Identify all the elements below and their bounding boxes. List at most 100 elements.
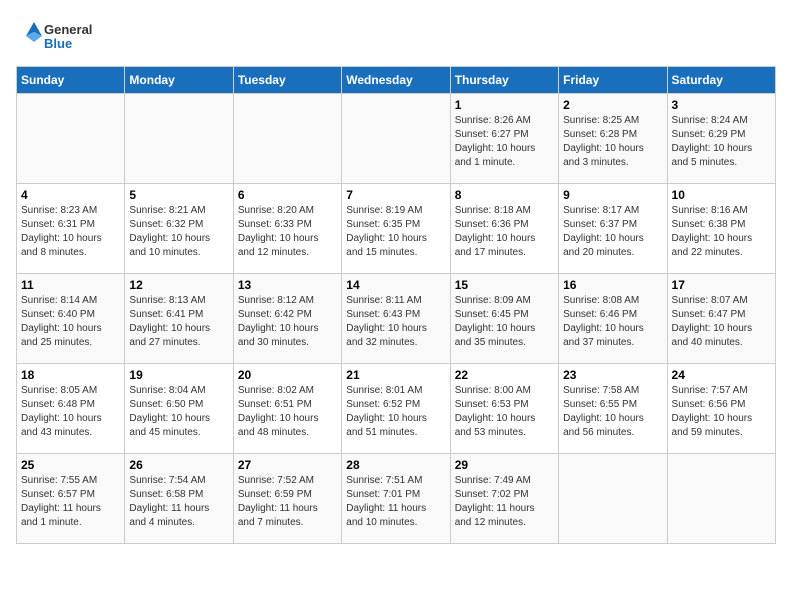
calendar-cell: 5Sunrise: 8:21 AM Sunset: 6:32 PM Daylig… [125,184,233,274]
calendar-cell: 19 Sunrise: 8:04 AM Sunset: 6:50 PM Dayli… [125,364,233,454]
day-info: Sunrise: 7:52 AM Sunset: 6:59 PM Dayligh… [238,474,337,530]
day-number: 25 [21,458,120,472]
day-of-week-header: Tuesday [233,67,341,94]
page-header: General Blue [16,16,776,56]
day-number: 24 [672,368,771,382]
day-number: 3 [672,98,771,112]
calendar-cell: 9Sunrise: 8:17 AM Sunset: 6:37 PM Daylig… [559,184,667,274]
calendar-cell: 18 Sunrise: 8:05 AM Sunset: 6:48 PM Dayli… [17,364,125,454]
day-info: Sunrise: 8:25 AM Sunset: 6:28 PM Dayligh… [563,114,662,170]
day-info: Sunrise: 8:17 AM Sunset: 6:37 PM Dayligh… [563,204,662,260]
day-number: 16 [563,278,662,292]
calendar-cell: 7 Sunrise: 8:19 AM Sunset: 6:35 PM Daylig… [342,184,450,274]
calendar-cell: 20 Sunrise: 8:02 AM Sunset: 6:51 PM Dayli… [233,364,341,454]
calendar-cell: 10 Sunrise: 8:16 AM Sunset: 6:38 PM Dayli… [667,184,775,274]
day-number: 14 [346,278,445,292]
calendar-header-row: SundayMondayTuesdayWednesdayThursdayFrid… [17,67,776,94]
calendar-cell: 11Sunrise: 8:14 AM Sunset: 6:40 PM Dayli… [17,274,125,364]
day-number: 23 [563,368,662,382]
day-info: Sunrise: 8:19 AM Sunset: 6:35 PM Dayligh… [346,204,445,260]
calendar-cell: 3Sunrise: 8:24 AM Sunset: 6:29 PM Daylig… [667,94,775,184]
svg-text:General: General [44,22,92,37]
day-number: 29 [455,458,554,472]
calendar-cell: 13 Sunrise: 8:12 AM Sunset: 6:42 PM Dayli… [233,274,341,364]
day-info: Sunrise: 7:51 AM Sunset: 7:01 PM Dayligh… [346,474,445,530]
day-info: Sunrise: 8:09 AM Sunset: 6:45 PM Dayligh… [455,294,554,350]
calendar-cell: 24 Sunrise: 7:57 AM Sunset: 6:56 PM Dayli… [667,364,775,454]
calendar-cell: 8 Sunrise: 8:18 AM Sunset: 6:36 PM Daylig… [450,184,558,274]
calendar-week-row: 1Sunrise: 8:26 AM Sunset: 6:27 PM Daylig… [17,94,776,184]
day-info: Sunrise: 7:58 AM Sunset: 6:55 PM Dayligh… [563,384,662,440]
day-info: Sunrise: 8:05 AM Sunset: 6:48 PM Dayligh… [21,384,120,440]
calendar-cell: 17 Sunrise: 8:07 AM Sunset: 6:47 PM Dayli… [667,274,775,364]
calendar-cell: 12 Sunrise: 8:13 AM Sunset: 6:41 PM Dayli… [125,274,233,364]
calendar-cell [559,454,667,544]
day-number: 28 [346,458,445,472]
day-info: Sunrise: 8:12 AM Sunset: 6:42 PM Dayligh… [238,294,337,350]
day-info: Sunrise: 8:04 AM Sunset: 6:50 PM Dayligh… [129,384,228,440]
svg-text:Blue: Blue [44,36,72,51]
calendar-cell: 4Sunrise: 8:23 AM Sunset: 6:31 PM Daylig… [17,184,125,274]
calendar-cell: 6 Sunrise: 8:20 AM Sunset: 6:33 PM Daylig… [233,184,341,274]
calendar-cell: 29 Sunrise: 7:49 AM Sunset: 7:02 PM Dayli… [450,454,558,544]
day-number: 1 [455,98,554,112]
day-of-week-header: Saturday [667,67,775,94]
calendar-week-row: 4Sunrise: 8:23 AM Sunset: 6:31 PM Daylig… [17,184,776,274]
logo: General Blue [16,16,106,56]
calendar-cell: 22Sunrise: 8:00 AM Sunset: 6:53 PM Dayli… [450,364,558,454]
day-of-week-header: Monday [125,67,233,94]
day-info: Sunrise: 7:55 AM Sunset: 6:57 PM Dayligh… [21,474,120,530]
day-of-week-header: Sunday [17,67,125,94]
day-number: 27 [238,458,337,472]
day-info: Sunrise: 8:20 AM Sunset: 6:33 PM Dayligh… [238,204,337,260]
calendar-week-row: 18 Sunrise: 8:05 AM Sunset: 6:48 PM Dayli… [17,364,776,454]
day-number: 17 [672,278,771,292]
day-info: Sunrise: 8:02 AM Sunset: 6:51 PM Dayligh… [238,384,337,440]
day-info: Sunrise: 7:54 AM Sunset: 6:58 PM Dayligh… [129,474,228,530]
day-number: 6 [238,188,337,202]
calendar-cell: 21 Sunrise: 8:01 AM Sunset: 6:52 PM Dayli… [342,364,450,454]
day-info: Sunrise: 8:08 AM Sunset: 6:46 PM Dayligh… [563,294,662,350]
day-number: 20 [238,368,337,382]
day-number: 13 [238,278,337,292]
day-number: 21 [346,368,445,382]
calendar-cell [125,94,233,184]
day-info: Sunrise: 8:16 AM Sunset: 6:38 PM Dayligh… [672,204,771,260]
calendar-cell: 23 Sunrise: 7:58 AM Sunset: 6:55 PM Dayli… [559,364,667,454]
day-number: 26 [129,458,228,472]
calendar-cell [233,94,341,184]
calendar-cell [342,94,450,184]
day-number: 4 [21,188,120,202]
day-of-week-header: Wednesday [342,67,450,94]
calendar-cell: 25 Sunrise: 7:55 AM Sunset: 6:57 PM Dayli… [17,454,125,544]
calendar-table: SundayMondayTuesdayWednesdayThursdayFrid… [16,66,776,544]
logo-svg: General Blue [16,16,106,56]
day-number: 5 [129,188,228,202]
calendar-week-row: 25 Sunrise: 7:55 AM Sunset: 6:57 PM Dayli… [17,454,776,544]
calendar-cell: 2 Sunrise: 8:25 AM Sunset: 6:28 PM Daylig… [559,94,667,184]
day-of-week-header: Friday [559,67,667,94]
calendar-cell [667,454,775,544]
day-number: 19 [129,368,228,382]
day-info: Sunrise: 8:07 AM Sunset: 6:47 PM Dayligh… [672,294,771,350]
calendar-cell: 16 Sunrise: 8:08 AM Sunset: 6:46 PM Dayli… [559,274,667,364]
calendar-week-row: 11Sunrise: 8:14 AM Sunset: 6:40 PM Dayli… [17,274,776,364]
day-number: 15 [455,278,554,292]
day-number: 12 [129,278,228,292]
day-info: Sunrise: 8:18 AM Sunset: 6:36 PM Dayligh… [455,204,554,260]
day-info: Sunrise: 7:49 AM Sunset: 7:02 PM Dayligh… [455,474,554,530]
day-number: 2 [563,98,662,112]
day-number: 7 [346,188,445,202]
day-info: Sunrise: 8:01 AM Sunset: 6:52 PM Dayligh… [346,384,445,440]
day-number: 18 [21,368,120,382]
day-info: Sunrise: 8:00 AM Sunset: 6:53 PM Dayligh… [455,384,554,440]
calendar-cell: 1Sunrise: 8:26 AM Sunset: 6:27 PM Daylig… [450,94,558,184]
calendar-cell [17,94,125,184]
day-number: 8 [455,188,554,202]
day-number: 10 [672,188,771,202]
calendar-cell: 26 Sunrise: 7:54 AM Sunset: 6:58 PM Dayli… [125,454,233,544]
day-info: Sunrise: 7:57 AM Sunset: 6:56 PM Dayligh… [672,384,771,440]
calendar-cell: 28 Sunrise: 7:51 AM Sunset: 7:01 PM Dayli… [342,454,450,544]
day-number: 11 [21,278,120,292]
day-info: Sunrise: 8:13 AM Sunset: 6:41 PM Dayligh… [129,294,228,350]
